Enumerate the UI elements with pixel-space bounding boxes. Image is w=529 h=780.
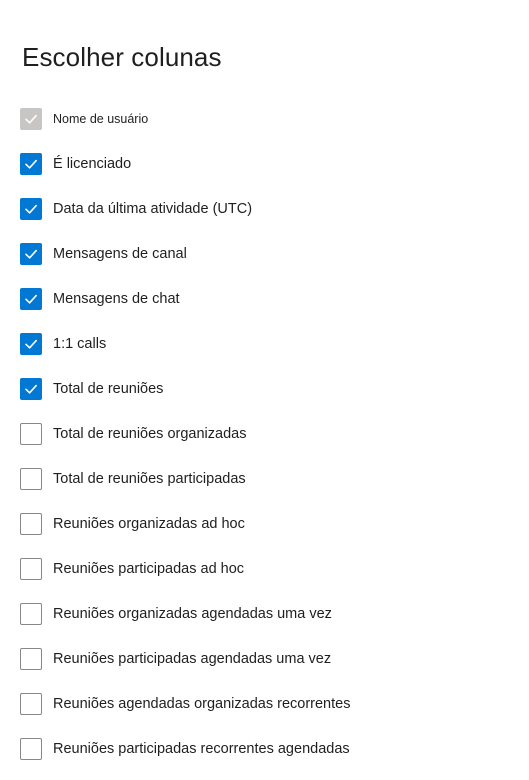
column-label-total-meetings-organized: Total de reuniões organizadas: [53, 425, 247, 442]
column-option-chat-messages[interactable]: Mensagens de chat: [20, 276, 510, 321]
column-option-one-to-one-calls[interactable]: 1:1 calls: [20, 321, 510, 366]
column-option-is-licensed[interactable]: É licenciado: [20, 141, 510, 186]
column-option-recurring-organized[interactable]: Reuniões agendadas organizadas recorrent…: [20, 681, 510, 726]
checkbox-channel-messages[interactable]: [20, 242, 42, 265]
checkmark-icon: [25, 384, 37, 394]
column-option-one-time-attended[interactable]: Reuniões participadas agendadas uma vez: [20, 636, 510, 681]
column-option-one-time-organized[interactable]: Reuniões organizadas agendadas uma vez: [20, 591, 510, 636]
column-option-recurring-attended[interactable]: Reuniões participadas recorrentes agenda…: [20, 726, 510, 771]
column-option-adhoc-organized[interactable]: Reuniões organizadas ad hoc: [20, 501, 510, 546]
column-label-adhoc-organized: Reuniões organizadas ad hoc: [53, 515, 245, 532]
column-list: Nome de usuário É licenciado Data da últ…: [20, 96, 510, 771]
checkbox-total-meetings[interactable]: [20, 377, 42, 400]
checkbox-adhoc-attended[interactable]: [20, 557, 42, 580]
checkbox-one-time-attended[interactable]: [20, 647, 42, 670]
column-option-total-meetings[interactable]: Total de reuniões: [20, 366, 510, 411]
column-option-channel-messages[interactable]: Mensagens de canal: [20, 231, 510, 276]
choose-columns-panel: Escolher colunas Nome de usuário É licen…: [0, 0, 529, 780]
checkbox-recurring-organized[interactable]: [20, 692, 42, 715]
column-label-is-licensed: É licenciado: [53, 155, 132, 172]
checkbox-is-licensed[interactable]: [20, 152, 42, 175]
checkbox-last-activity-date[interactable]: [20, 197, 42, 220]
column-label-recurring-attended: Reuniões participadas recorrentes agenda…: [53, 740, 350, 757]
column-label-chat-messages: Mensagens de chat: [53, 290, 180, 307]
checkmark-icon: [25, 114, 37, 124]
checkbox-total-meetings-attended[interactable]: [20, 467, 42, 490]
column-label-one-to-one-calls: 1:1 calls: [53, 335, 107, 352]
column-option-last-activity-date[interactable]: Data da última atividade (UTC): [20, 186, 510, 231]
column-label-channel-messages: Mensagens de canal: [53, 245, 187, 262]
checkbox-total-meetings-organized[interactable]: [20, 422, 42, 445]
column-label-one-time-attended: Reuniões participadas agendadas uma vez: [53, 650, 332, 667]
column-option-total-meetings-attended[interactable]: Total de reuniões participadas: [20, 456, 510, 501]
checkmark-icon: [25, 159, 37, 169]
column-label-username: Nome de usuário: [53, 111, 149, 126]
checkbox-username: [20, 107, 42, 130]
checkbox-recurring-attended[interactable]: [20, 737, 42, 760]
checkmark-icon: [25, 294, 37, 304]
checkbox-one-to-one-calls[interactable]: [20, 332, 42, 355]
panel-title: Escolher colunas: [22, 42, 222, 72]
column-label-total-meetings: Total de reuniões: [53, 380, 164, 397]
column-label-total-meetings-attended: Total de reuniões participadas: [53, 470, 246, 487]
column-option-total-meetings-organized[interactable]: Total de reuniões organizadas: [20, 411, 510, 456]
checkbox-one-time-organized[interactable]: [20, 602, 42, 625]
checkmark-icon: [25, 249, 37, 259]
column-label-one-time-organized: Reuniões organizadas agendadas uma vez: [53, 605, 332, 622]
column-label-recurring-organized: Reuniões agendadas organizadas recorrent…: [53, 695, 351, 712]
column-label-adhoc-attended: Reuniões participadas ad hoc: [53, 560, 245, 577]
checkmark-icon: [25, 204, 37, 214]
checkbox-chat-messages[interactable]: [20, 287, 42, 310]
checkmark-icon: [25, 339, 37, 349]
column-option-username: Nome de usuário: [20, 96, 510, 141]
checkbox-adhoc-organized[interactable]: [20, 512, 42, 535]
column-option-adhoc-attended[interactable]: Reuniões participadas ad hoc: [20, 546, 510, 591]
column-label-last-activity-date: Data da última atividade (UTC): [53, 200, 253, 217]
